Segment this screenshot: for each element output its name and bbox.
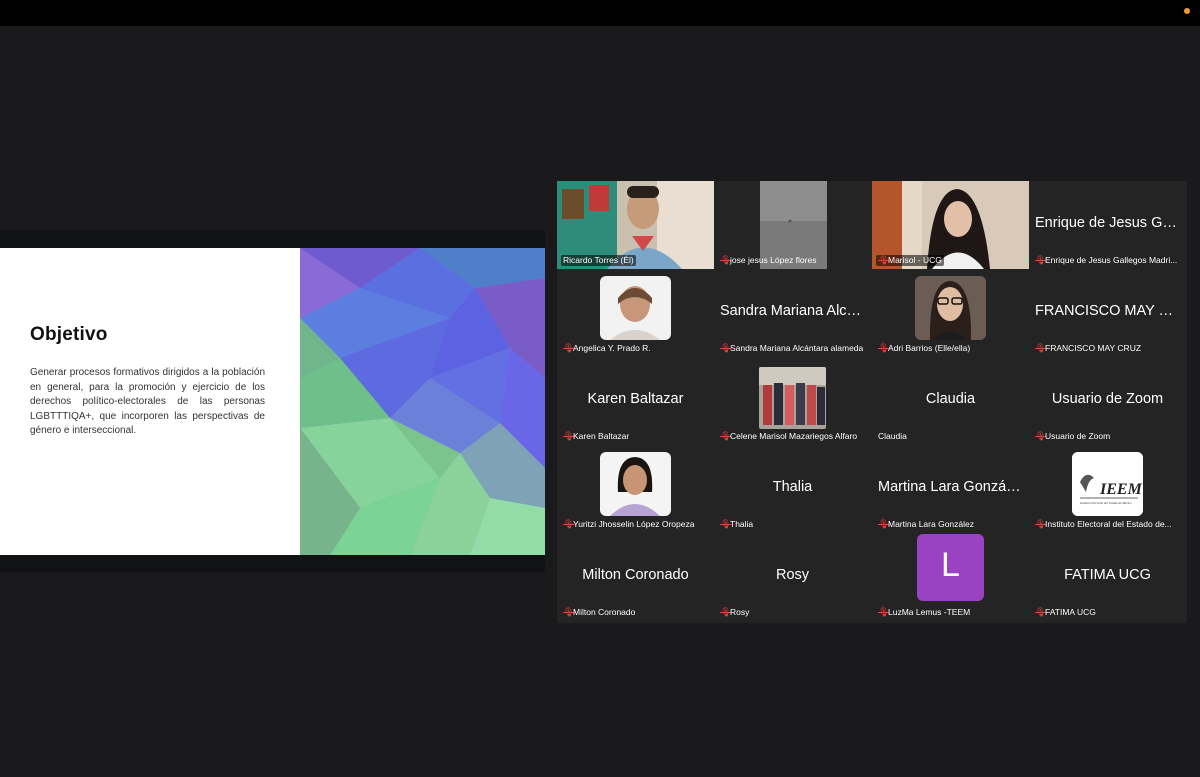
- muted-mic-icon: 🎙: [1035, 519, 1047, 529]
- participant-tile[interactable]: Enrique de Jesus Ga... 🎙 Enrique de Jesus…: [1029, 181, 1186, 269]
- participant-display-name: Sandra Mariana Alcá...: [720, 303, 865, 319]
- participant-display-name: Martina Lara González: [878, 479, 1023, 495]
- participant-display-name: Usuario de Zoom: [1051, 391, 1164, 407]
- muted-mic-icon: 🎙: [563, 343, 575, 353]
- muted-mic-icon: 🎙: [563, 519, 575, 529]
- slide-body: Generar procesos formativos dirigidos a …: [30, 367, 265, 436]
- participant-name-label: 🎙 Yuritzi Jhosselin López Oropeza: [563, 519, 695, 529]
- participant-video: [915, 276, 986, 340]
- participant-tile[interactable]: 🎙 Yuritzi Jhosselin López Oropeza: [557, 445, 714, 533]
- muted-mic-icon: 🎙: [878, 255, 890, 265]
- muted-mic-icon: 🎙: [563, 431, 575, 441]
- participant-tile[interactable]: L 🎙 LuzMa Lemus -TEEM: [872, 533, 1029, 621]
- participant-tile[interactable]: Karen Baltazar 🎙 Karen Baltazar: [557, 357, 714, 445]
- avatar: L: [917, 534, 984, 601]
- participant-tile[interactable]: IEEM Instituto Electoral del Estado de M…: [1029, 445, 1186, 533]
- participant-display-name: Rosy: [775, 567, 810, 583]
- muted-mic-icon: 🎙: [720, 343, 732, 353]
- participant-name-label: 🎙 Enrique de Jesus Gallegos Madri...: [1035, 255, 1178, 265]
- muted-mic-icon: 🎙: [1035, 431, 1047, 441]
- shared-slide: Objetivo Generar procesos formativos dir…: [0, 248, 545, 555]
- participant-tile[interactable]: Ricardo Torres (Él): [557, 181, 714, 269]
- participant-tile[interactable]: Rosy 🎙 Rosy: [714, 533, 871, 621]
- muted-mic-icon: 🎙: [1035, 343, 1047, 353]
- participant-name-label: 🎙 Sandra Mariana Alcántara alameda: [720, 343, 864, 353]
- muted-mic-icon: 🎙: [878, 519, 890, 529]
- slide-text-panel: Objetivo Generar procesos formativos dir…: [0, 248, 300, 555]
- participant-tile[interactable]: 🎙 Marisol - UCG: [872, 181, 1029, 269]
- participant-name-label: 🎙 LuzMa Lemus -TEEM: [878, 607, 971, 617]
- participant-name-label: Ricardo Torres (Él): [561, 255, 636, 266]
- participant-display-name: FRANCISCO MAY C...: [1035, 303, 1180, 319]
- participant-tile[interactable]: 🎙 Celene Marisol Mazariegos Alfaro: [714, 357, 871, 445]
- participant-name-label: 🎙 Angelica Y. Prado R.: [563, 343, 651, 353]
- participant-name-label: 🎙 FATIMA UCG: [1035, 607, 1096, 617]
- participant-tile[interactable]: Claudia Claudia: [872, 357, 1029, 445]
- participant-tile[interactable]: FRANCISCO MAY C... 🎙 FRANCISCO MAY CRUZ: [1029, 269, 1186, 357]
- participant-tile[interactable]: 🎙 jose jesus López flores: [714, 181, 871, 269]
- svg-text:IEEM: IEEM: [1099, 481, 1143, 498]
- participant-tile[interactable]: Sandra Mariana Alcá... 🎙 Sandra Mariana A…: [714, 269, 871, 357]
- muted-mic-icon: 🎙: [878, 343, 890, 353]
- participant-name-label: 🎙 Marisol - UCG: [876, 255, 944, 266]
- muted-mic-icon: 🎙: [720, 431, 732, 441]
- participant-name-label: Claudia: [878, 431, 907, 441]
- muted-mic-icon: 🎙: [878, 607, 890, 617]
- participant-display-name: Enrique de Jesus Ga...: [1035, 215, 1180, 231]
- participant-display-name: Karen Baltazar: [587, 391, 684, 407]
- muted-mic-icon: 🎙: [720, 519, 732, 529]
- participant-name-label: 🎙 Adri Barrios (Elle/ella): [878, 343, 971, 353]
- participant-gallery: Ricardo Torres (Él) 🎙 jose jesus López fl…: [557, 181, 1187, 623]
- participant-tile[interactable]: Martina Lara González 🎙 Martina Lara Gonz…: [872, 445, 1029, 533]
- participant-name-label: 🎙 Usuario de Zoom: [1035, 431, 1111, 441]
- participant-name-label: 🎙 jose jesus López flores: [720, 255, 817, 265]
- participant-display-name: Claudia: [925, 391, 976, 407]
- participant-tile[interactable]: Milton Coronado 🎙 Milton Coronado: [557, 533, 714, 621]
- muted-mic-icon: 🎙: [1035, 255, 1047, 265]
- participant-name-label: 🎙 Rosy: [720, 607, 750, 617]
- participant-name-label: 🎙 Karen Baltazar: [563, 431, 630, 441]
- participant-name-label: 🎙 Milton Coronado: [563, 607, 636, 617]
- participant-display-name: FATIMA UCG: [1064, 567, 1151, 583]
- participant-video: [759, 367, 826, 429]
- svg-text:Instituto Electoral del Estado: Instituto Electoral del Estado de México: [1079, 501, 1132, 505]
- participant-display-name: Milton Coronado: [582, 567, 689, 583]
- participant-name-label: 🎙 Celene Marisol Mazariegos Alfaro: [720, 431, 858, 441]
- muted-mic-icon: 🎙: [1035, 607, 1047, 617]
- status-dot-icon: [1184, 8, 1190, 14]
- slide-geometric-art: [300, 248, 545, 555]
- slide-title: Objetivo: [30, 324, 108, 345]
- participant-tile[interactable]: FATIMA UCG 🎙 FATIMA UCG: [1029, 533, 1186, 621]
- avatar-initial: L: [941, 546, 960, 584]
- participant-tile[interactable]: 🎙 Angelica Y. Prado R.: [557, 269, 714, 357]
- participant-name-label: 🎙 Thalia: [720, 519, 754, 529]
- ieem-logo: IEEM Instituto Electoral del Estado de M…: [1072, 452, 1143, 516]
- participant-name-label: 🎙 Instituto Electoral del Estado de...: [1035, 519, 1172, 529]
- participant-video: [600, 452, 671, 516]
- participant-tile[interactable]: Usuario de Zoom 🎙 Usuario de Zoom: [1029, 357, 1186, 445]
- top-bar: [0, 0, 1200, 26]
- muted-mic-icon: 🎙: [720, 607, 732, 617]
- muted-mic-icon: 🎙: [720, 255, 732, 265]
- participant-name-label: 🎙 Martina Lara González: [878, 519, 974, 529]
- participant-name-label: 🎙 FRANCISCO MAY CRUZ: [1035, 343, 1142, 353]
- participant-video: [600, 276, 671, 340]
- participant-tile[interactable]: 🎙 Adri Barrios (Elle/ella): [872, 269, 1029, 357]
- muted-mic-icon: 🎙: [563, 607, 575, 617]
- participant-tile[interactable]: Thalia 🎙 Thalia: [714, 445, 871, 533]
- participant-display-name: Thalia: [772, 479, 813, 495]
